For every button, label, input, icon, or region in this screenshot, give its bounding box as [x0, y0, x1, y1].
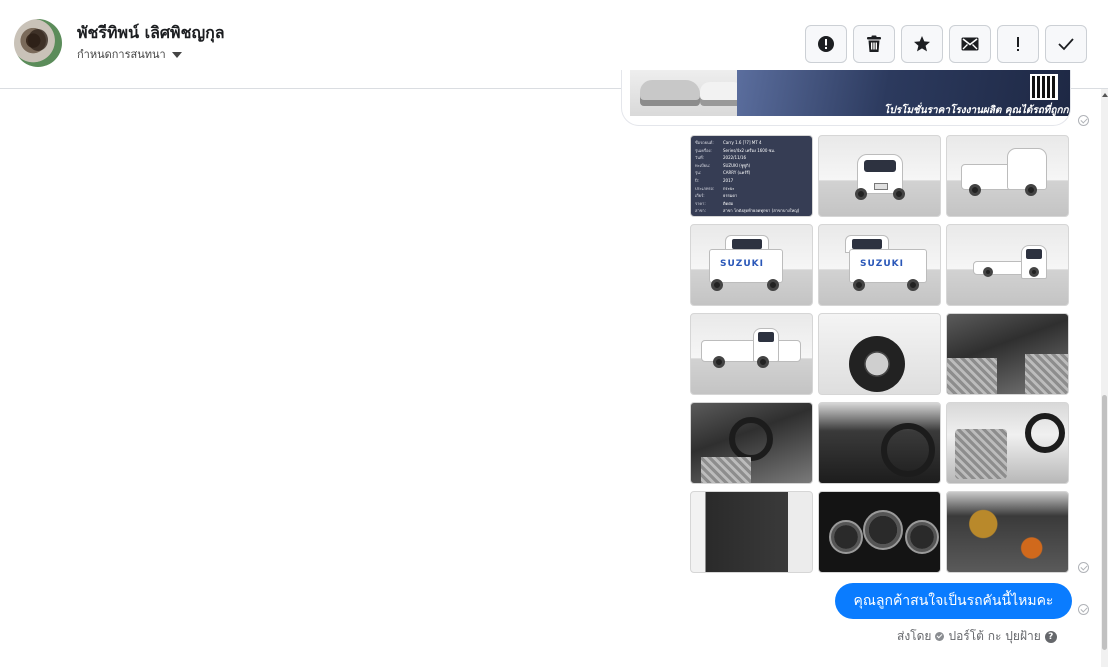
promo-cars-image — [630, 70, 750, 116]
caret-down-icon — [171, 51, 182, 58]
photo-wheel-closeup[interactable] — [818, 313, 941, 395]
contact-name[interactable]: พัชรีทิพน์ เลิศพิชญกุล — [77, 21, 225, 46]
flag-button[interactable] — [997, 25, 1039, 63]
check-icon — [1058, 38, 1074, 51]
delivered-check-icon — [1078, 115, 1089, 126]
photo-spec-card[interactable]: ชื่อรถยนต์: Carry 1.6 [?7] MT 4 รุ่นเครื่… — [690, 135, 813, 217]
star-button[interactable] — [901, 25, 943, 63]
photo-door-panel[interactable] — [690, 491, 813, 573]
delete-button[interactable] — [853, 25, 895, 63]
message-bubble[interactable]: คุณลูกค้าสนใจเป็นรถคันนี้ไหมคะ — [835, 583, 1072, 619]
photo-side-view[interactable] — [946, 224, 1069, 306]
mail-icon — [961, 37, 979, 51]
sent-by-info: ส่งโดย ปอร์โต้ กะ ปุยฝ้าย ? — [897, 627, 1057, 646]
photo-driver-seat[interactable] — [690, 402, 813, 484]
scroll-up-arrow-icon[interactable] — [1102, 93, 1108, 97]
photo-cabin-interior[interactable] — [946, 402, 1069, 484]
photo-front-quarter-view[interactable] — [946, 135, 1069, 217]
avatar[interactable] — [14, 19, 62, 67]
exclamation-icon — [1017, 37, 1019, 51]
sender-name: ปอร์โต้ กะ ปุยฝ้าย — [948, 629, 1041, 643]
photo-album-grid: ชื่อรถยนต์: Carry 1.6 [?7] MT 4 รุ่นเครื่… — [690, 135, 1069, 573]
mark-spam-button[interactable] — [805, 25, 847, 63]
photo-side-profile[interactable] — [690, 313, 813, 395]
delivered-check-icon — [1078, 562, 1089, 573]
alert-circle-icon — [818, 36, 834, 52]
photo-instrument-cluster[interactable] — [818, 491, 941, 573]
delivered-check-icon — [1078, 604, 1089, 615]
mark-unread-button[interactable] — [949, 25, 991, 63]
trash-icon — [867, 35, 881, 52]
photo-front-view[interactable] — [818, 135, 941, 217]
star-icon — [914, 36, 930, 52]
action-toolbar — [805, 25, 1087, 63]
photo-rear-view[interactable] — [818, 224, 941, 306]
help-icon[interactable]: ? — [1044, 630, 1057, 643]
promo-caption: โปรโมชั่นราคาโรงงานผลิต คุณได้รถที่ถูกกว… — [884, 105, 1071, 116]
assign-label: กำหนดการสนทนา — [77, 48, 166, 61]
photo-engine-bay[interactable] — [946, 491, 1069, 573]
mark-done-button[interactable] — [1045, 25, 1087, 63]
promo-image-message[interactable]: โปรโมชั่นราคาโรงงานผลิต คุณได้รถที่ถูกกว… — [621, 70, 1071, 126]
sent-by-label: ส่งโดย — [897, 629, 932, 643]
verified-check-icon — [935, 632, 945, 641]
photo-dashboard[interactable] — [818, 402, 941, 484]
scrollbar-thumb[interactable] — [1102, 395, 1107, 650]
photo-gear-shifter[interactable] — [946, 313, 1069, 395]
qr-code-image — [1030, 74, 1058, 100]
assign-conversation-dropdown[interactable]: กำหนดการสนทนา — [77, 45, 182, 63]
photo-rear-quarter-view[interactable] — [690, 224, 813, 306]
